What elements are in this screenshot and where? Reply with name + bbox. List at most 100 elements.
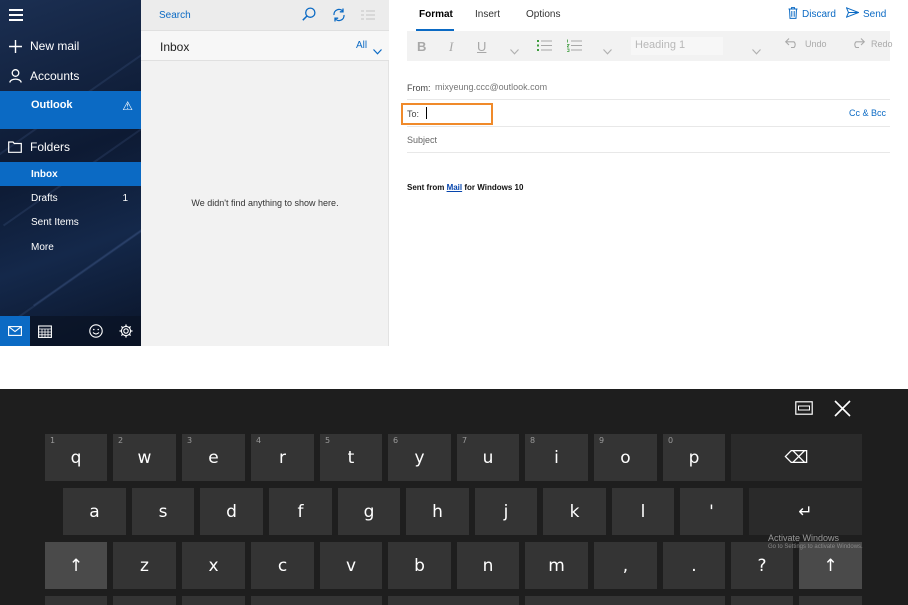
key-y[interactable]: 6y — [388, 434, 451, 481]
folder-icon — [0, 141, 30, 153]
hamburger-menu-icon[interactable] — [9, 9, 23, 21]
new-mail-button[interactable]: New mail — [0, 36, 141, 56]
new-mail-label: New mail — [30, 39, 80, 53]
to-field[interactable]: To: Cc & Bcc — [401, 101, 890, 127]
underline-button[interactable]: U — [477, 39, 486, 54]
key-g[interactable]: g — [338, 488, 400, 535]
filter-dropdown[interactable]: All — [356, 40, 367, 51]
redo-button[interactable]: Redo — [851, 38, 893, 50]
key-period[interactable]: . — [663, 542, 725, 589]
key-h[interactable]: h — [406, 488, 469, 535]
key-shift-left[interactable]: ↑ — [45, 542, 107, 589]
bullet-list-icon[interactable] — [537, 39, 552, 55]
search-input[interactable]: Search — [159, 10, 191, 21]
key-label: q — [70, 447, 82, 468]
feedback-smiley-icon[interactable] — [81, 316, 111, 346]
key-f[interactable]: f — [269, 488, 332, 535]
chevron-down-icon[interactable] — [603, 43, 612, 58]
key-label: g — [363, 501, 375, 522]
key-backspace[interactable]: ⌫ — [731, 434, 862, 481]
key-m[interactable]: m — [525, 542, 588, 589]
folders-button[interactable]: Folders — [0, 137, 141, 157]
tab-insert[interactable]: Insert — [475, 9, 500, 20]
numbered-list-icon[interactable] — [566, 39, 582, 55]
calendar-icon[interactable] — [30, 316, 60, 346]
chevron-down-icon[interactable] — [752, 43, 761, 58]
discard-button[interactable]: Discard — [788, 7, 836, 22]
key-n[interactable]: n — [457, 542, 519, 589]
key-w[interactable]: 2w — [113, 434, 176, 481]
key-o[interactable]: 9o — [594, 434, 657, 481]
folder-more[interactable]: More — [0, 235, 141, 259]
accounts-button[interactable]: Accounts — [0, 66, 141, 86]
key-b[interactable]: b — [388, 542, 451, 589]
key-row4-1[interactable] — [45, 596, 107, 605]
key-row4-2[interactable] — [113, 596, 176, 605]
key-x[interactable]: x — [182, 542, 245, 589]
key-label: w — [137, 447, 152, 468]
mail-link[interactable]: Mail — [447, 183, 463, 192]
key-v[interactable]: v — [320, 542, 382, 589]
key-z[interactable]: z — [113, 542, 176, 589]
close-icon[interactable] — [834, 400, 851, 422]
key-p[interactable]: 0p — [663, 434, 725, 481]
send-button[interactable]: Send — [845, 6, 886, 21]
folder-sent-items[interactable]: Sent Items — [0, 210, 141, 234]
chevron-down-icon[interactable] — [510, 43, 519, 58]
key-row4-3[interactable] — [182, 596, 245, 605]
key-r[interactable]: 4r — [251, 434, 314, 481]
sync-icon[interactable] — [331, 7, 347, 28]
key-e[interactable]: 3e — [182, 434, 245, 481]
tab-options[interactable]: Options — [526, 9, 560, 20]
key-comma[interactable]: , — [594, 542, 657, 589]
key-label: ? — [757, 555, 767, 576]
keyboard-dock-icon[interactable] — [795, 401, 813, 420]
folder-drafts[interactable]: Drafts 1 — [0, 186, 141, 210]
key-row4-6[interactable] — [525, 596, 725, 605]
key-label: r — [279, 447, 286, 468]
folder-title: Inbox — [160, 40, 190, 54]
folder-inbox[interactable]: Inbox — [0, 162, 141, 186]
to-input[interactable] — [425, 106, 485, 122]
discard-label: Discard — [802, 9, 836, 20]
search-bar[interactable]: Search — [141, 0, 389, 31]
bold-button[interactable]: B — [417, 39, 426, 54]
selection-mode-icon[interactable] — [361, 8, 375, 26]
italic-button[interactable]: I — [449, 39, 453, 55]
key-shift-right[interactable]: ↑ — [799, 542, 862, 589]
plus-icon — [0, 39, 30, 53]
key-label: ' — [709, 501, 714, 522]
undo-button[interactable]: Undo — [784, 38, 827, 50]
key-enter[interactable]: ↵ — [749, 488, 862, 535]
key-c[interactable]: c — [251, 542, 314, 589]
key-row4-4[interactable] — [251, 596, 382, 605]
subject-field[interactable] — [407, 128, 890, 153]
key-question[interactable]: ? — [731, 542, 793, 589]
key-apostrophe[interactable]: ' — [680, 488, 743, 535]
heading-style-dropdown[interactable]: Heading 1 — [631, 37, 723, 55]
key-l[interactable]: l — [612, 488, 674, 535]
key-j[interactable]: j — [475, 488, 537, 535]
key-row4-7[interactable] — [731, 596, 793, 605]
subject-input[interactable] — [407, 133, 707, 147]
key-i[interactable]: 8i — [525, 434, 588, 481]
settings-gear-icon[interactable] — [111, 316, 141, 346]
key-row4-8[interactable] — [799, 596, 862, 605]
key-d[interactable]: d — [200, 488, 263, 535]
key-u[interactable]: 7u — [457, 434, 519, 481]
key-q[interactable]: 1q — [45, 434, 107, 481]
key-label: v — [345, 555, 357, 576]
tab-format[interactable]: Format — [419, 9, 453, 20]
mail-icon[interactable] — [0, 316, 30, 346]
key-k[interactable]: k — [543, 488, 606, 535]
key-space[interactable] — [388, 596, 519, 605]
cc-bcc-link[interactable]: Cc & Bcc — [849, 108, 886, 118]
key-a[interactable]: a — [63, 488, 126, 535]
key-s[interactable]: s — [132, 488, 194, 535]
key-label: , — [622, 555, 629, 576]
search-icon[interactable] — [302, 7, 316, 26]
folder-header: Inbox All — [141, 31, 389, 61]
chevron-down-icon[interactable] — [373, 42, 382, 60]
key-t[interactable]: 5t — [320, 434, 382, 481]
account-outlook[interactable]: Outlook ⚠ — [0, 91, 141, 129]
